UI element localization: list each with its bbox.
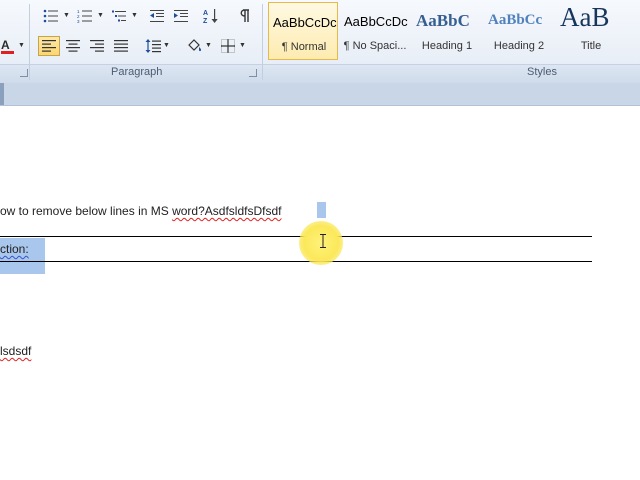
align-right-button[interactable] [86, 36, 108, 56]
increase-indent-icon [174, 10, 188, 22]
multilevel-list-icon [112, 10, 126, 22]
style-no-spacing[interactable]: AaBbCcDc ¶ No Spaci... [340, 2, 410, 60]
line-spacing-icon [145, 39, 161, 53]
multilevel-list-button[interactable] [108, 6, 130, 26]
ruler-band [0, 83, 640, 106]
center-button[interactable] [62, 36, 84, 56]
ribbon-separator [29, 4, 30, 80]
numbering-icon: 123 [77, 9, 92, 23]
style-heading-2[interactable]: AaBbCc Heading 2 [484, 2, 554, 60]
justify-icon [114, 40, 128, 52]
align-left-icon [42, 40, 56, 52]
font-dialog-launcher-icon[interactable] [20, 69, 28, 77]
pilcrow-icon [240, 9, 249, 22]
style-sample: AaB [560, 2, 610, 32]
ribbon-separator [262, 4, 263, 80]
borders-icon [221, 39, 235, 53]
line-1-misspelled-text: word?AsdfsldfsDfsdf [172, 204, 282, 218]
paragraph-dialog-launcher-icon[interactable] [249, 69, 257, 77]
shading-dropdown-icon[interactable]: ▼ [205, 42, 212, 49]
style-name: Heading 2 [493, 40, 545, 52]
style-name: ¶ Normal [281, 41, 327, 53]
multilevel-dropdown-icon[interactable]: ▼ [131, 12, 138, 19]
decrease-indent-button[interactable] [146, 6, 168, 26]
borders-button[interactable] [218, 36, 238, 56]
paragraph-group-label: Paragraph [111, 66, 163, 78]
increase-indent-button[interactable] [170, 6, 192, 26]
align-right-icon [90, 40, 104, 52]
styles-gallery: AaBbCcDc ¶ Normal AaBbCcDc ¶ No Spaci...… [266, 2, 640, 62]
svg-text:A: A [203, 10, 208, 17]
selection-highlight [317, 202, 326, 218]
style-name: Heading 1 [421, 40, 473, 52]
document-line-3[interactable]: lsdsdf [0, 344, 31, 358]
bullets-dropdown-icon[interactable]: ▼ [63, 12, 70, 19]
style-name: ¶ No Spaci... [343, 40, 407, 52]
ruler-edge [0, 83, 4, 105]
svg-text:Z: Z [203, 18, 208, 24]
styles-group-label: Styles [527, 66, 557, 78]
center-icon [66, 40, 80, 52]
line-spacing-button[interactable] [143, 36, 163, 56]
horizontal-border-line [0, 236, 592, 237]
text-cursor-icon [320, 234, 326, 248]
sort-icon: AZ [203, 9, 218, 24]
decrease-indent-icon [150, 10, 164, 22]
style-sample: AaBbCcDc [273, 15, 337, 30]
bullets-icon [43, 9, 58, 23]
style-normal[interactable]: AaBbCcDc ¶ Normal [268, 2, 338, 60]
sort-button[interactable]: AZ [200, 6, 222, 26]
style-sample: AaBbCcDc [344, 14, 408, 29]
justify-button[interactable] [110, 36, 132, 56]
numbering-dropdown-icon[interactable]: ▼ [97, 12, 104, 19]
document-line-2[interactable]: ction: [0, 242, 29, 256]
svg-text:A: A [1, 38, 10, 52]
style-name: Title [580, 40, 602, 52]
style-heading-1[interactable]: AaBbC Heading 1 [412, 2, 482, 60]
horizontal-border-line [0, 261, 592, 262]
line-2-text: ction: [0, 242, 29, 256]
document-page[interactable] [0, 106, 640, 480]
font-color-button[interactable]: A [0, 36, 16, 56]
show-hide-formatting-button[interactable] [234, 6, 254, 26]
shading-button[interactable] [184, 36, 204, 56]
bullets-button[interactable] [40, 6, 62, 26]
font-color-dropdown-icon[interactable]: ▼ [18, 42, 25, 49]
style-sample: AaBbC [416, 11, 470, 30]
line-1-text: ow to remove below lines in MS [0, 204, 173, 218]
style-sample: AaBbCc [488, 12, 543, 28]
shading-icon [188, 39, 201, 52]
line-spacing-dropdown-icon[interactable]: ▼ [163, 42, 170, 49]
line-3-text: lsdsdf [0, 344, 32, 358]
numbering-button[interactable]: 123 [74, 6, 96, 26]
document-line-1[interactable]: ow to remove below lines in MS word?Asdf… [0, 204, 281, 218]
style-title[interactable]: AaB Title [556, 2, 626, 60]
borders-dropdown-icon[interactable]: ▼ [239, 42, 246, 49]
font-color-icon: A [1, 38, 14, 54]
align-left-button[interactable] [38, 36, 60, 56]
svg-text:3: 3 [77, 19, 80, 23]
